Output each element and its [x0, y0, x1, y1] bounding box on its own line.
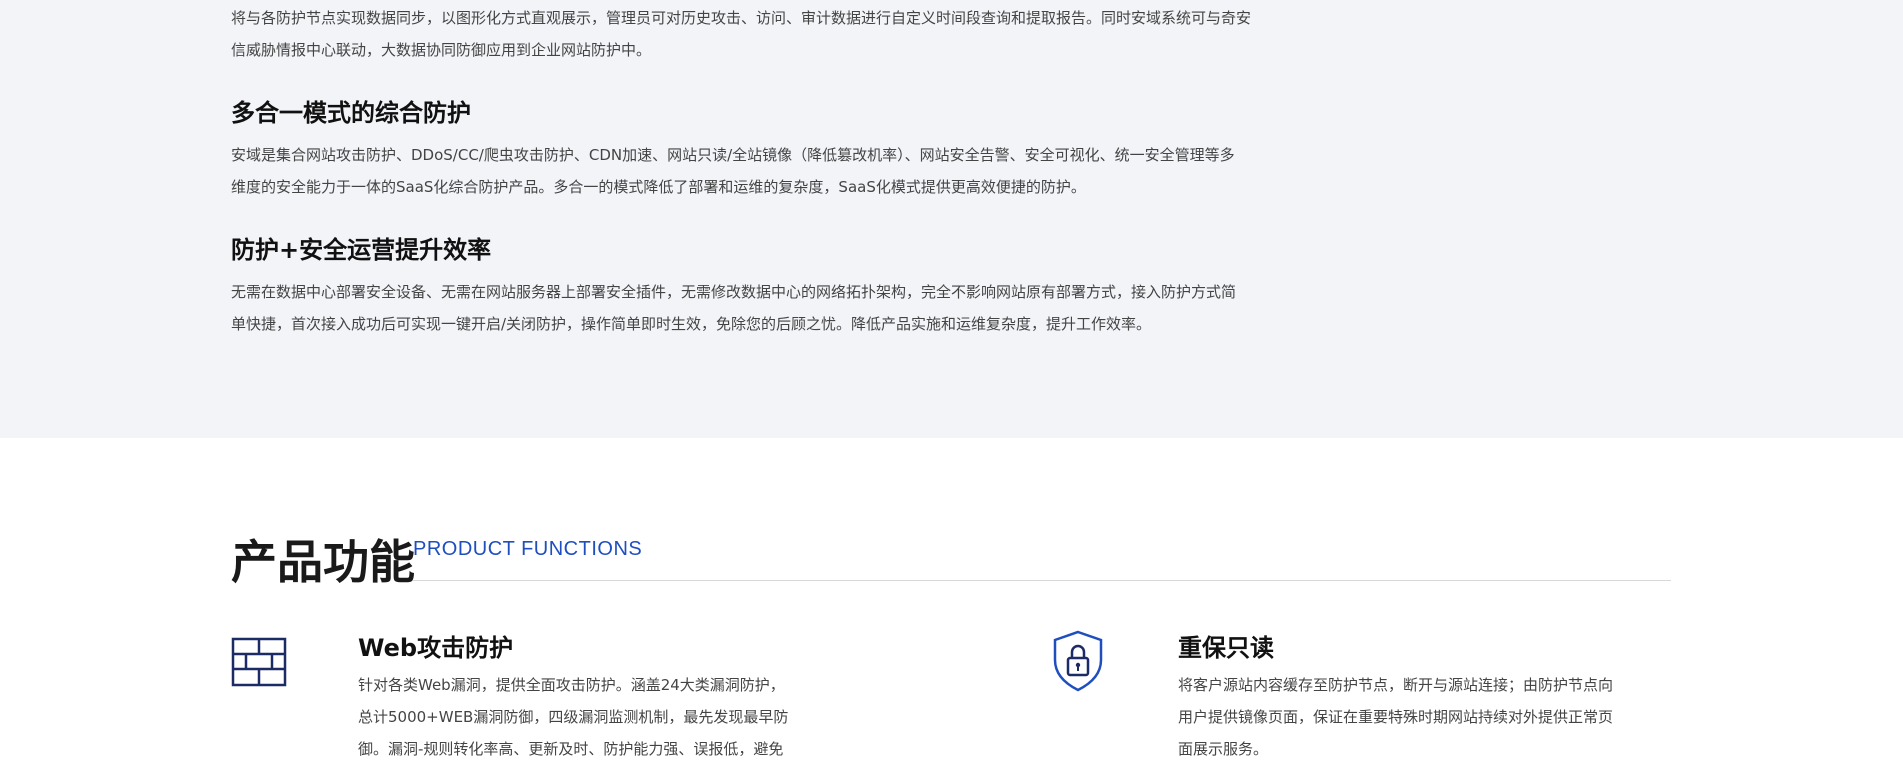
intro-paragraph: 将与各防护节点实现数据同步，以图形化方式直观展示，管理员可对历史攻击、访问、审计…: [231, 2, 1381, 66]
feature-desc-line: 安域是集合网站攻击防护、DDoS/CC/爬虫攻击防护、CDN加速、网站只读/全站…: [231, 146, 1235, 164]
function-desc-line: 总计5000+WEB漏洞防御，四级漏洞监测机制，最先发现最早防: [358, 708, 789, 726]
feature-title-efficiency: 防护+安全运营提升效率: [231, 236, 492, 264]
function-desc-line: 将客户源站内容缓存至防护节点，断开与源站连接；由防护节点向: [1178, 676, 1614, 694]
intro-line-2: 信威胁情报中心联动，大数据协同防御应用到企业网站防护中。: [231, 41, 652, 59]
product-functions-section: 产品功能 PRODUCT FUNCTIONS Web攻击防护 针对各类Web漏洞…: [0, 438, 1903, 758]
feature-desc-line: 单快捷，首次接入成功后可实现一键开启/关闭防护，操作简单即时生效，免除您的后顾之…: [231, 315, 1152, 333]
function-title-read-only: 重保只读: [1178, 634, 1274, 662]
function-desc-read-only: 将客户源站内容缓存至防护节点，断开与源站连接；由防护节点向 用户提供镜像页面，保…: [1178, 669, 1673, 765]
shield-lock-icon: [1052, 630, 1104, 696]
feature-title-all-in-one: 多合一模式的综合防护: [231, 99, 471, 127]
intro-section: 将与各防护节点实现数据同步，以图形化方式直观展示，管理员可对历史攻击、访问、审计…: [0, 0, 1903, 438]
section-subtitle: PRODUCT FUNCTIONS: [413, 538, 643, 560]
intro-line-1: 将与各防护节点实现数据同步，以图形化方式直观展示，管理员可对历史攻击、访问、审计…: [231, 9, 1252, 27]
section-divider: [413, 580, 1671, 581]
function-desc-web-attack: 针对各类Web漏洞，提供全面攻击防护。涵盖24大类漏洞防护， 总计5000+WE…: [358, 669, 853, 765]
section-title: 产品功能: [231, 535, 415, 589]
function-title-web-attack: Web攻击防护: [358, 634, 514, 662]
function-desc-line: 用户提供镜像页面，保证在重要特殊时期网站持续对外提供正常页: [1178, 708, 1614, 726]
firewall-icon: [231, 637, 287, 691]
feature-desc-line: 维度的安全能力于一体的SaaS化综合防护产品。多合一的模式降低了部署和运维的复杂…: [231, 178, 1086, 196]
feature-desc-all-in-one: 安域是集合网站攻击防护、DDoS/CC/爬虫攻击防护、CDN加速、网站只读/全站…: [231, 139, 1381, 203]
function-desc-line: 面展示服务。: [1178, 740, 1269, 758]
function-desc-line: 针对各类Web漏洞，提供全面攻击防护。涵盖24大类漏洞防护，: [358, 676, 785, 694]
feature-desc-efficiency: 无需在数据中心部署安全设备、无需在网站服务器上部署安全插件，无需修改数据中心的网…: [231, 276, 1381, 340]
function-desc-line: 御。漏洞-规则转化率高、更新及时、防护能力强、误报低，避免: [358, 740, 784, 758]
feature-desc-line: 无需在数据中心部署安全设备、无需在网站服务器上部署安全插件，无需修改数据中心的网…: [231, 283, 1237, 301]
